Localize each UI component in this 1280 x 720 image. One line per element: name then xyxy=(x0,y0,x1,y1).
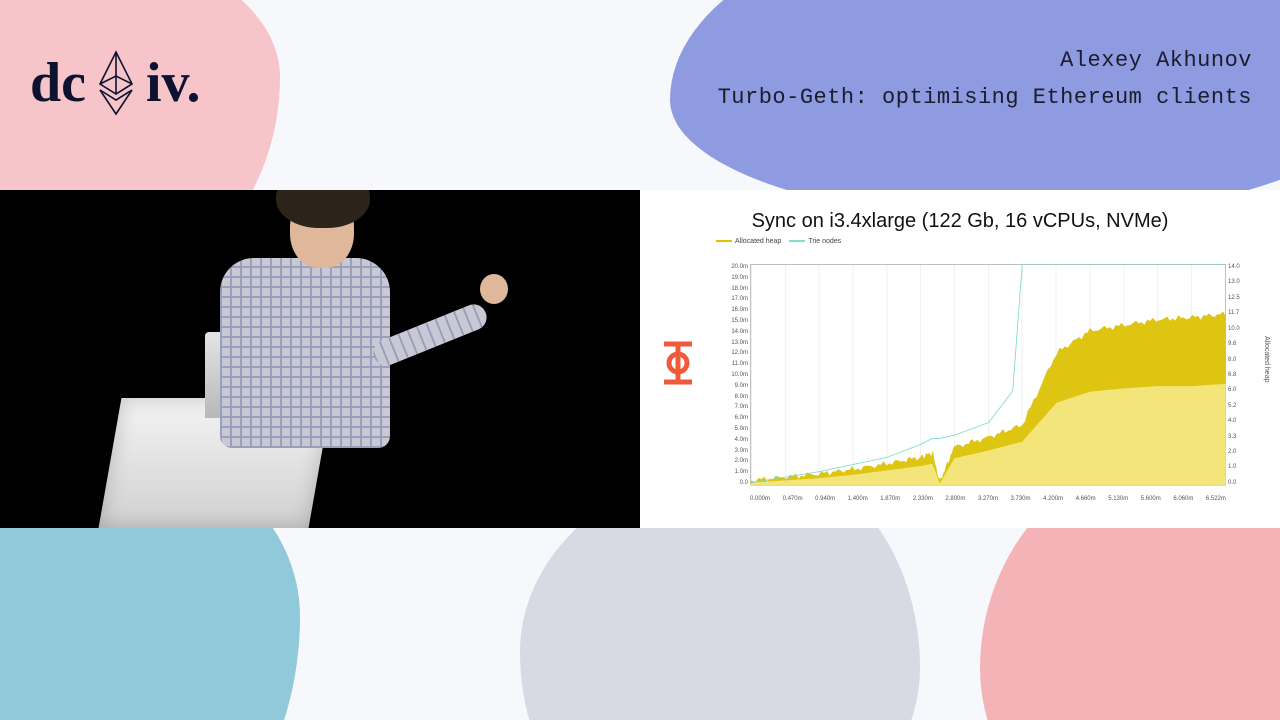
logo-text-left: dc xyxy=(30,51,86,115)
slide-glyph-icon xyxy=(660,340,696,386)
speaker-hand xyxy=(480,274,508,304)
chart-legend: Allocated heap Trie nodes xyxy=(716,238,841,245)
y2-axis-label: Allocated heap xyxy=(1263,336,1270,382)
header-block: Alexey Akhunov Turbo-Geth: optimising Et… xyxy=(718,48,1252,110)
y-axis-ticks: 20.0m19.0m18.0m17.0m16.0m15.0m14.0m13.0m… xyxy=(716,264,748,486)
speaker-name: Alexey Akhunov xyxy=(718,48,1252,73)
legend-allocated-heap: Allocated heap xyxy=(716,238,781,245)
sync-chart: Allocated heap Trie nodes 20.0m19.0m18.0… xyxy=(716,250,1260,508)
x-axis-ticks: 0.000m0.470m0.940m1.400m1.870m2.330m2.80… xyxy=(750,496,1226,502)
speaker-video xyxy=(0,190,640,528)
chart-svg xyxy=(750,264,1226,486)
slide-panel: Sync on i3.4xlarge (122 Gb, 16 vCPUs, NV… xyxy=(640,190,1280,528)
legend-trie-nodes: Trie nodes xyxy=(789,238,841,245)
talk-title: Turbo-Geth: optimising Ethereum clients xyxy=(718,85,1252,110)
logo-text-right: iv. xyxy=(146,51,200,115)
bg-blob-purple-tr xyxy=(670,0,1280,220)
event-logo: dc iv. xyxy=(30,50,200,116)
ethereum-icon xyxy=(96,50,136,116)
y2-axis-ticks: 14.013.012.511.710.09.68.06.86.05.24.03.… xyxy=(1228,264,1260,486)
speaker-torso xyxy=(220,258,390,448)
slide-title: Sync on i3.4xlarge (122 Gb, 16 vCPUs, NV… xyxy=(640,210,1280,233)
